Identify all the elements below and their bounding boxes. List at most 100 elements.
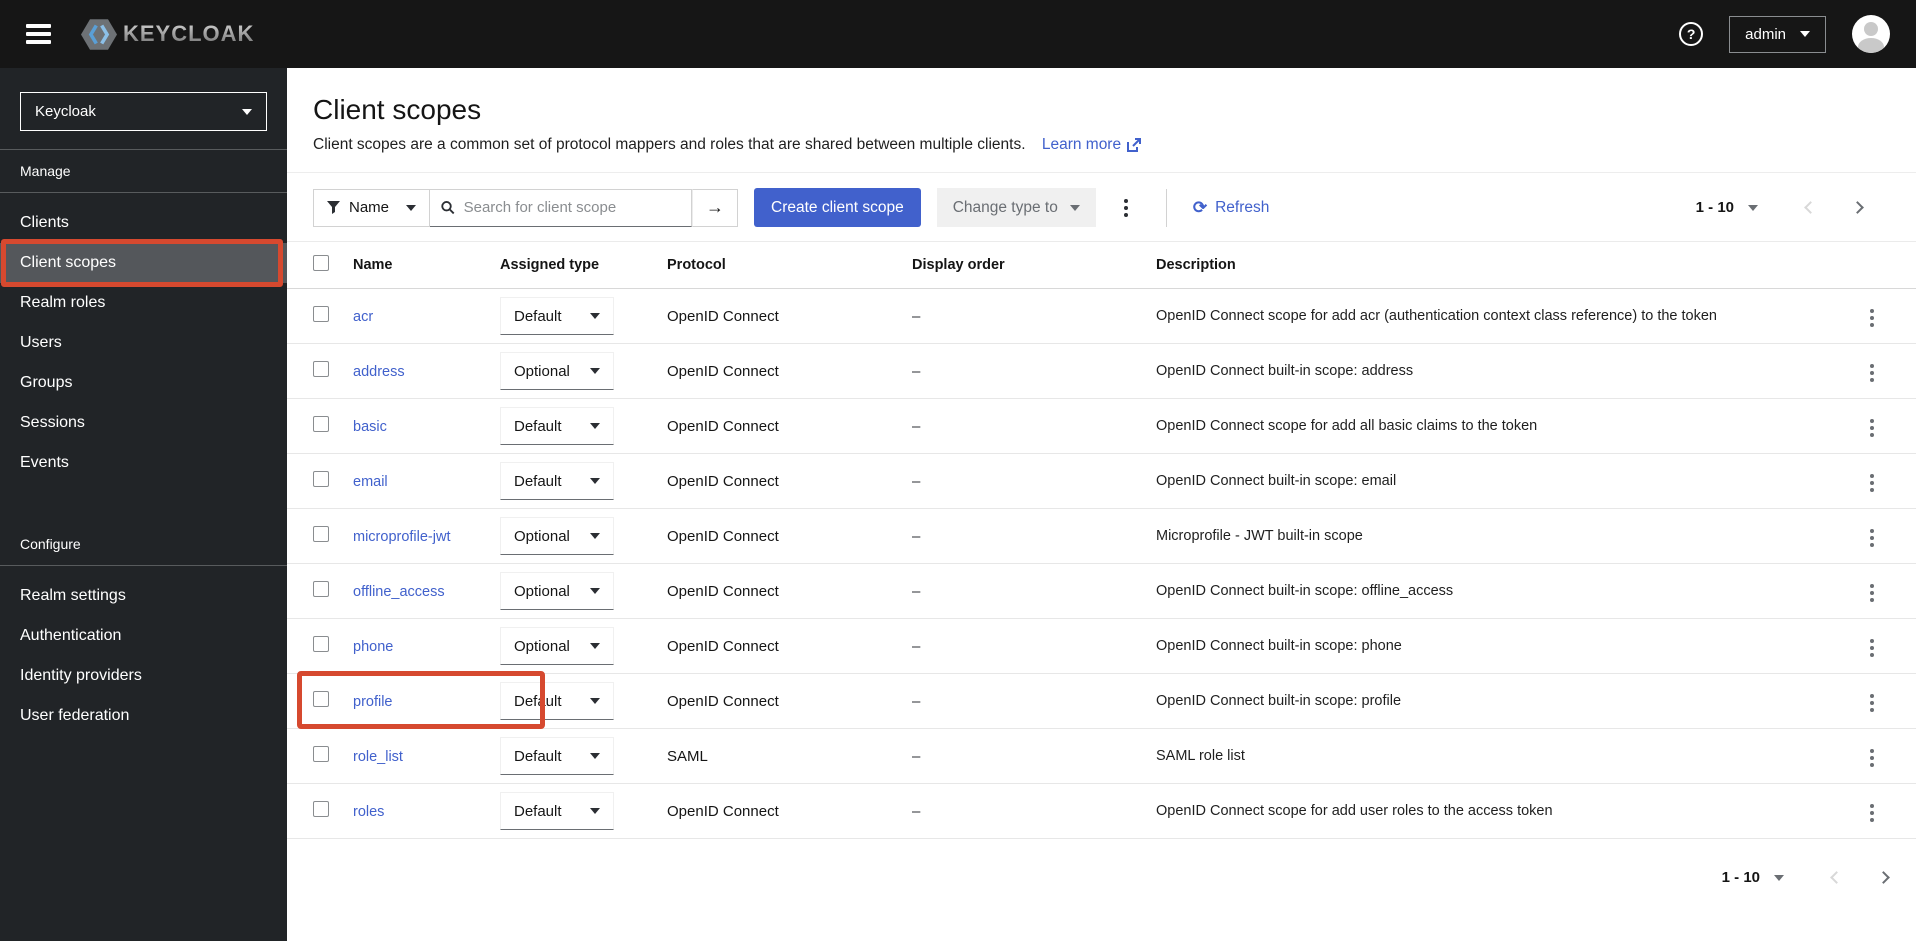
assigned-type-select[interactable]: Optional [500,517,614,555]
select-all-checkbox[interactable] [313,255,329,271]
table-row: offline_access Optional OpenID Connect –… [287,563,1916,619]
sidebar-item-sessions[interactable]: Sessions [0,403,287,443]
row-kebab-menu[interactable] [1858,578,1886,608]
sidebar-item-label: Users [20,334,62,351]
sidebar-item-authentication[interactable]: Authentication [0,616,287,656]
main-content: Client scopes Client scopes are a common… [287,68,1916,941]
assigned-type-select[interactable]: Optional [500,572,614,610]
column-header-assigned-type: Assigned type [488,242,655,289]
assigned-type-select[interactable]: Default [500,737,614,775]
display-order-cell: – [900,398,1144,454]
scope-name-link[interactable]: acr [353,309,373,325]
row-kebab-menu[interactable] [1858,798,1886,828]
change-type-dropdown[interactable]: Change type to [936,188,1096,227]
learn-more-label: Learn more [1041,136,1122,153]
assigned-type-value: Optional [514,582,570,600]
scope-name-link[interactable]: profile [353,694,393,710]
chevron-down-icon [590,533,600,539]
row-checkbox[interactable] [313,691,329,707]
sidebar-item-realm-settings[interactable]: Realm settings [0,576,287,616]
assigned-type-value: Optional [514,637,570,655]
scope-name-link[interactable]: basic [353,419,387,435]
row-kebab-menu[interactable] [1858,743,1886,773]
sidebar-item-clients[interactable]: Clients [0,203,287,243]
protocol-cell: OpenID Connect [655,288,900,344]
sidebar: Keycloak Manage Clients Client scopes Real… [0,68,287,941]
scope-name-link[interactable]: phone [353,639,393,655]
protocol-cell: OpenID Connect [655,508,900,564]
scope-name-link[interactable]: offline_access [353,584,445,600]
row-checkbox[interactable] [313,416,329,432]
scope-name-link[interactable]: microprofile-jwt [353,529,451,545]
create-client-scope-button[interactable]: Create client scope [754,188,921,227]
row-kebab-menu[interactable] [1858,688,1886,718]
assigned-type-select[interactable]: Optional [500,352,614,390]
filter-type-dropdown[interactable]: Name [313,188,431,227]
external-link-icon [1127,138,1142,152]
top-pagination: 1 - 10 [1696,199,1890,216]
assigned-type-select[interactable]: Default [500,792,614,830]
pagination-range-dropdown[interactable]: 1 - 10 [1722,869,1784,886]
sidebar-item-identity-providers[interactable]: Identity providers [0,656,287,696]
chevron-down-icon [590,588,600,594]
refresh-button[interactable]: ⟳ Refresh [1193,198,1270,218]
previous-page-button[interactable] [1804,201,1817,214]
row-kebab-menu[interactable] [1858,413,1886,443]
display-order-cell: – [900,563,1144,619]
scope-name-link[interactable]: roles [353,804,384,820]
scope-name-link[interactable]: role_list [353,749,403,765]
help-icon[interactable]: ? [1679,22,1704,46]
assigned-type-value: Default [514,417,562,435]
assigned-type-select[interactable]: Optional [500,627,614,665]
sidebar-item-client-scopes[interactable]: Client scopes [0,239,287,287]
previous-page-button[interactable] [1830,871,1843,884]
description-cell: OpenID Connect built-in scope: offline_a… [1144,563,1840,619]
protocol-cell: OpenID Connect [655,618,900,674]
assigned-type-select[interactable]: Default [500,407,614,445]
realm-selector[interactable]: Keycloak [20,92,267,131]
row-checkbox[interactable] [313,581,329,597]
sidebar-item-groups[interactable]: Groups [0,363,287,403]
row-checkbox[interactable] [313,526,329,542]
refresh-label: Refresh [1215,198,1270,216]
assigned-type-select[interactable]: Default [500,462,614,500]
chevron-down-icon [590,643,600,649]
row-kebab-menu[interactable] [1858,523,1886,553]
toolbar-kebab-menu[interactable] [1112,193,1140,223]
sidebar-item-events[interactable]: Events [0,443,287,483]
row-checkbox[interactable] [313,801,329,817]
sidebar-item-users[interactable]: Users [0,323,287,363]
search-input[interactable] [463,199,681,216]
row-kebab-menu[interactable] [1858,633,1886,663]
display-order-cell: – [900,618,1144,674]
hamburger-menu-icon[interactable] [26,24,51,44]
row-kebab-menu[interactable] [1858,468,1886,498]
next-page-button[interactable] [1851,201,1864,214]
pagination-range-dropdown[interactable]: 1 - 10 [1696,199,1758,216]
row-checkbox[interactable] [313,746,329,762]
sidebar-item-realm-roles[interactable]: Realm roles [0,283,287,323]
next-page-button[interactable] [1877,871,1890,884]
row-kebab-menu[interactable] [1858,358,1886,388]
scope-name-link[interactable]: address [353,364,405,380]
pagination-range-label: 1 - 10 [1695,199,1734,216]
row-checkbox[interactable] [313,636,329,652]
user-menu-dropdown[interactable]: admin [1729,15,1826,53]
chevron-down-icon [242,108,252,115]
assigned-type-value: Default [514,472,562,490]
row-kebab-menu[interactable] [1858,303,1886,333]
assigned-type-select[interactable]: Default [500,297,614,335]
scope-name-link[interactable]: email [353,474,388,490]
row-checkbox[interactable] [313,361,329,377]
learn-more-link[interactable]: Learn more [1041,136,1142,154]
assigned-type-select[interactable]: Default [500,682,614,720]
search-submit-button[interactable]: → [692,188,739,227]
chevron-down-icon [1774,874,1784,881]
sidebar-item-label: Events [20,454,69,471]
keycloak-logo: KEYCLOAK [81,18,254,50]
row-checkbox[interactable] [313,471,329,487]
row-checkbox[interactable] [313,306,329,322]
sidebar-item-user-federation[interactable]: User federation [0,696,287,736]
table-row: profile Default OpenID Connect – OpenID … [287,671,1916,729]
avatar[interactable] [1852,15,1890,53]
